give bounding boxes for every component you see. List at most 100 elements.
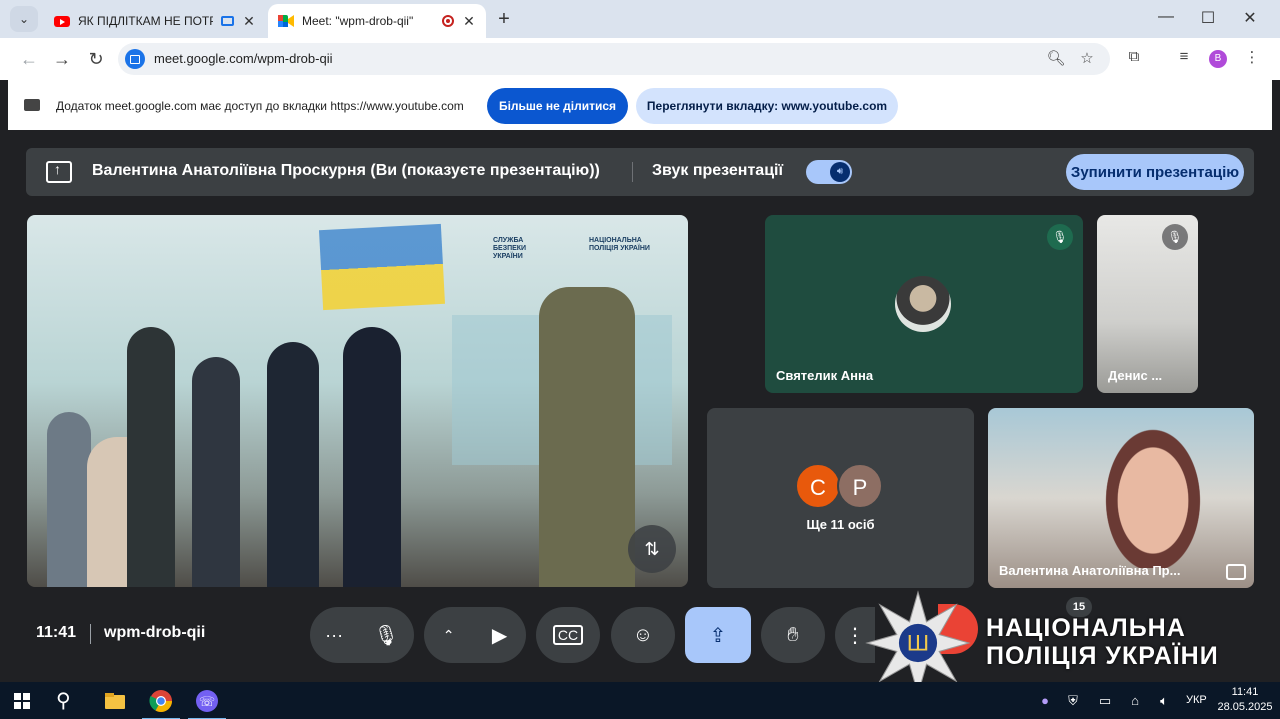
- profile-avatar[interactable]: B: [1209, 50, 1227, 68]
- forward-icon[interactable]: →: [51, 48, 73, 70]
- divider: [632, 162, 633, 182]
- captions-icon: CC: [552, 625, 584, 645]
- participant-tile-self[interactable]: Валентина Анатоліївна Пр...: [988, 408, 1254, 588]
- google-meet-icon: [278, 15, 294, 27]
- presentation-sound-toggle[interactable]: 🔊︎: [806, 160, 852, 184]
- camera-operator-figure: [127, 327, 175, 587]
- zoom-icon[interactable]: 🔍︎: [1046, 49, 1066, 67]
- tab-sharing-icon: [221, 16, 234, 26]
- meet-stage: Валентина Анатоліївна Проскурня (Ви (пок…: [8, 130, 1272, 696]
- police-officer-figure: [267, 342, 319, 587]
- system-time: 11:41: [1231, 686, 1259, 698]
- maximize-icon[interactable]: ☐: [1197, 8, 1219, 28]
- swap-layout-icon[interactable]: ⇅: [628, 525, 676, 573]
- stop-presenting-button[interactable]: Зупинити презентацію: [1066, 154, 1244, 190]
- mic-off-icon: 🎙︎: [1162, 224, 1188, 250]
- back-icon[interactable]: ←: [18, 48, 40, 70]
- address-bar[interactable]: meet.google.com/wpm-drob-qii 🔍︎ ☆: [118, 43, 1110, 75]
- divider: [90, 624, 91, 644]
- svg-text:☏: ☏: [199, 695, 215, 710]
- tab-search-icon[interactable]: ⌄: [10, 6, 38, 32]
- presenter-status: Валентина Анатоліївна Проскурня (Ви (пок…: [92, 162, 600, 179]
- battery-icon[interactable]: ▭: [1096, 693, 1114, 709]
- microphone-icon[interactable]: 🎙︎: [373, 623, 398, 648]
- bookmark-star-icon[interactable]: ☆: [1077, 49, 1097, 67]
- view-shared-tab-button[interactable]: Переглянути вкладку: www.youtube.com: [636, 88, 898, 124]
- other-participants-tile[interactable]: С Р Ще 11 осіб: [707, 408, 974, 588]
- chrome-icon[interactable]: [142, 687, 180, 719]
- raise-hand-button[interactable]: ✋︎: [761, 607, 825, 663]
- participant-name: Святелик Анна: [776, 368, 874, 383]
- captions-button[interactable]: CC: [536, 607, 600, 663]
- police-officer-figure: [343, 327, 401, 587]
- security-tray-icon[interactable]: ⛨: [1064, 693, 1082, 709]
- presentation-banner: Валентина Анатоліївна Проскурня (Ви (пок…: [26, 148, 1254, 196]
- network-icon[interactable]: ⌂: [1126, 693, 1144, 708]
- browser-tab-strip: ⌄ ЯК ПІДЛІТКАМ НЕ ПОТРАПИТИ ✕ Meet: "wpm…: [0, 0, 1280, 38]
- media-control-icon[interactable]: ≡: [1173, 48, 1195, 65]
- svg-text:Ш: Ш: [907, 630, 930, 655]
- site-info-icon[interactable]: [125, 49, 145, 69]
- picture-in-picture-icon[interactable]: [1226, 564, 1246, 580]
- browser-toolbar: ← → ↻ meet.google.com/wpm-drob-qii 🔍︎ ☆ …: [0, 38, 1280, 80]
- present-screen-icon: ⇪: [709, 624, 727, 647]
- sbu-logo: СЛУЖБА БЕЗПЕКИ УКРАЇНИ: [493, 237, 553, 261]
- youtube-icon: [54, 15, 70, 27]
- close-tab-icon[interactable]: ✕: [462, 13, 476, 30]
- file-explorer-icon[interactable]: [100, 687, 130, 715]
- camera-icon[interactable]: ▶︎: [492, 623, 507, 648]
- hand-icon: ✋︎: [787, 623, 799, 646]
- tab-meet[interactable]: Meet: "wpm-drob-qii" ✕: [268, 4, 486, 38]
- system-clock[interactable]: 11:41 28.05.2025: [1216, 685, 1274, 715]
- participant-name: Денис ...: [1108, 368, 1163, 383]
- recording-icon: [442, 15, 454, 27]
- menu-kebab-icon[interactable]: ⋮: [1241, 48, 1263, 66]
- system-date: 28.05.2025: [1217, 701, 1273, 713]
- main-presentation-video[interactable]: СЛУЖБА БЕЗПЕКИ УКРАЇНИ НАЦІОНАЛЬНА ПОЛІЦ…: [27, 215, 688, 587]
- mic-off-icon: 🎙︎: [1047, 224, 1073, 250]
- extensions-icon[interactable]: ⧉: [1123, 48, 1145, 65]
- avatar: Р: [837, 463, 883, 509]
- new-tab-icon[interactable]: +: [494, 8, 514, 31]
- windows-taskbar: ⚲ ☏ ● ⛨ ▭ ⌂ 🔈︎ УКР 11:41 28.05.2025: [0, 682, 1280, 719]
- mic-control-group: ··· 🎙︎: [310, 607, 414, 663]
- windows-start-icon[interactable]: [14, 693, 30, 709]
- self-video: [1098, 418, 1208, 568]
- watermark-text: НАЦІОНАЛЬНА ПОЛІЦІЯ УКРАЇНИ: [986, 614, 1219, 670]
- sharing-message: Додаток meet.google.com має доступ до вк…: [56, 99, 464, 113]
- participant-tile-denys[interactable]: 🎙︎ Денис ...: [1097, 215, 1198, 393]
- minimize-icon[interactable]: —: [1155, 8, 1177, 26]
- close-tab-icon[interactable]: ✕: [242, 13, 256, 30]
- person-figure: [192, 357, 240, 587]
- flag-image: [318, 223, 446, 311]
- avatar: С: [795, 463, 841, 509]
- tab-title: Meet: "wpm-drob-qii": [302, 14, 414, 28]
- close-window-icon[interactable]: ✕: [1239, 8, 1261, 28]
- reload-icon[interactable]: ↻: [85, 48, 107, 70]
- chevron-up-icon[interactable]: ⌃: [443, 627, 455, 644]
- viber-icon[interactable]: ☏: [188, 687, 226, 719]
- presentation-sound-label: Звук презентації: [652, 162, 783, 179]
- avatar: [895, 276, 951, 332]
- participant-name: Валентина Анатоліївна Пр...: [999, 563, 1181, 578]
- tab-youtube[interactable]: ЯК ПІДЛІТКАМ НЕ ПОТРАПИТИ ✕: [44, 4, 266, 38]
- more-vert-icon: ⋮: [845, 624, 865, 647]
- watermark-line: ПОЛІЦІЯ УКРАЇНИ: [986, 642, 1219, 670]
- more-audio-options-icon[interactable]: ···: [325, 625, 343, 646]
- participant-tile-anna[interactable]: 🎙︎ Святелик Анна: [765, 215, 1083, 393]
- viber-tray-icon[interactable]: ●: [1036, 693, 1054, 708]
- search-icon[interactable]: ⚲: [56, 688, 71, 713]
- meeting-code: wpm-drob-qii: [104, 624, 206, 641]
- police-logo: НАЦІОНАЛЬНА ПОЛІЦІЯ УКРАЇНИ: [589, 237, 669, 253]
- present-screen-icon: [46, 161, 72, 183]
- watermark-line: НАЦІОНАЛЬНА: [986, 614, 1186, 642]
- present-button[interactable]: ⇪: [685, 607, 751, 663]
- stop-sharing-button[interactable]: Більше не ділитися: [487, 88, 628, 124]
- emoji-icon: ☺: [632, 623, 654, 646]
- person-figure: [47, 412, 91, 587]
- reactions-button[interactable]: ☺: [611, 607, 675, 663]
- input-language[interactable]: УКР: [1186, 694, 1207, 706]
- speaker-in-uniform-figure: [539, 287, 635, 587]
- volume-icon[interactable]: 🔈︎: [1155, 693, 1173, 709]
- more-participants-label: Ще 11 осіб: [806, 517, 875, 532]
